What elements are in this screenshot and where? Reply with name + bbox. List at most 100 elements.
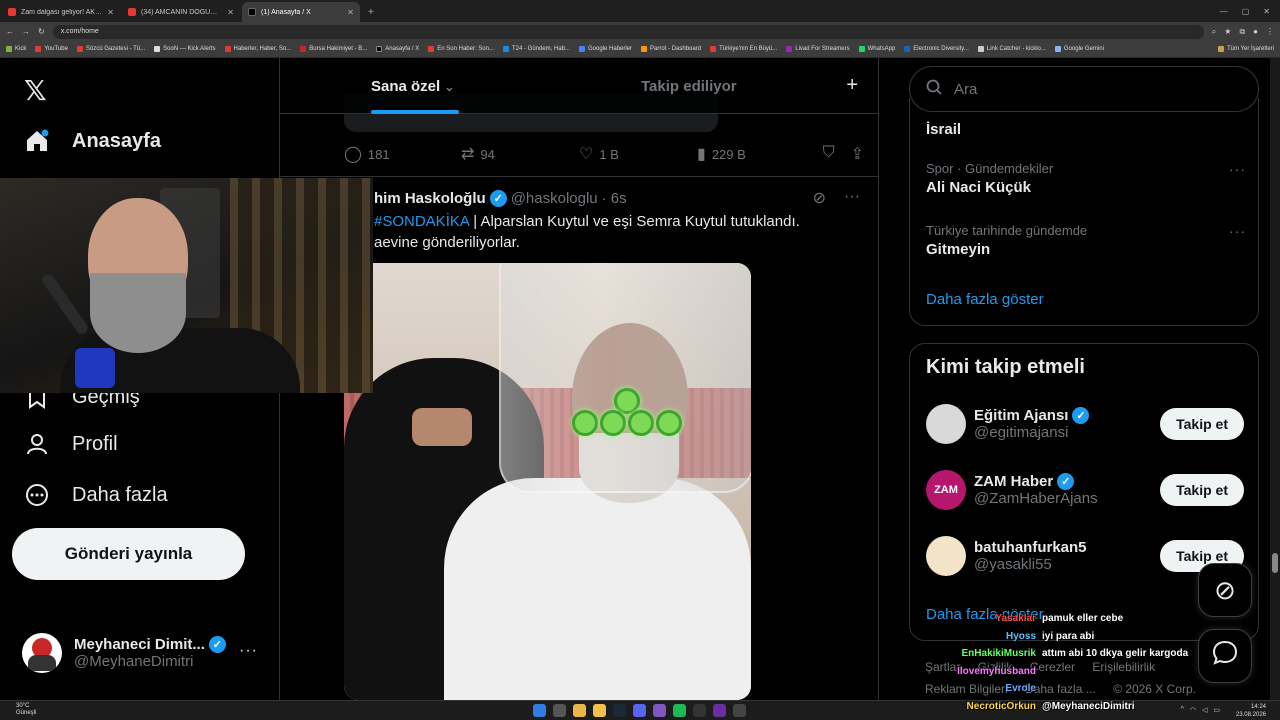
- repost-button[interactable]: ⇄ 94: [461, 144, 579, 164]
- all-bookmarks-button[interactable]: Tüm Yer İşaretleri: [1217, 46, 1274, 52]
- bookmark-item[interactable]: Google Haberler: [579, 46, 632, 52]
- share-icon[interactable]: ⇪: [851, 144, 864, 164]
- chrome-icon[interactable]: [573, 704, 586, 717]
- tweet-more-icon[interactable]: ···: [844, 188, 860, 208]
- tweet-time[interactable]: · 6s: [602, 190, 627, 207]
- emote-overlay: [572, 388, 682, 438]
- search-input[interactable]: Ara: [909, 66, 1259, 112]
- zoom-icon[interactable]: ⌕: [1212, 27, 1216, 37]
- nav-profile[interactable]: Profil: [24, 431, 118, 457]
- trends-show-more-link[interactable]: Daha fazla göster: [926, 291, 1044, 308]
- active-tab-indicator: [371, 110, 459, 114]
- post-button[interactable]: Gönderi yayınla: [12, 528, 245, 580]
- nav-more[interactable]: Daha fazla: [24, 482, 168, 508]
- bookmark-item[interactable]: T24 - Gündem, Hab...: [502, 46, 570, 52]
- follow-suggestion[interactable]: batuhanfurkan5 @yasakli55 Takip et: [926, 534, 1244, 578]
- start-icon[interactable]: [533, 704, 546, 717]
- like-button[interactable]: ♡ 1 B: [579, 144, 697, 164]
- bookmark-item[interactable]: Electronic Diversity...: [904, 46, 969, 52]
- bookmark-item[interactable]: Livad For Streamers: [786, 46, 850, 52]
- bookmark-item[interactable]: YouTube: [35, 46, 68, 52]
- bookmark-item[interactable]: Sözcü Gazetesi - Tü...: [76, 46, 145, 52]
- bookmark-star-icon[interactable]: ★: [1224, 27, 1231, 36]
- favicon-icon: [641, 46, 648, 52]
- trend-item[interactable]: Spor · Gündemdekiler Ali Naci Küçük ···: [926, 161, 1246, 196]
- tab-for-you[interactable]: Sana özel ⌄: [371, 78, 454, 95]
- bookmark-item[interactable]: SooN — Kick Alerts: [154, 46, 216, 52]
- favicon-icon: [224, 46, 231, 52]
- browser-tab-2[interactable]: (34) AMCANIN DOĞUM GÜNÜ✕: [122, 2, 240, 22]
- trend-more-icon[interactable]: ···: [1229, 161, 1246, 177]
- emote-icon: [628, 410, 654, 436]
- spotify-icon[interactable]: [673, 704, 686, 717]
- bookmark-item[interactable]: Haberler, Haber, So...: [224, 46, 291, 52]
- browser-tab-3[interactable]: (1) Anasayfa / X ✕: [242, 2, 360, 22]
- bookmark-item[interactable]: Anasayfa / X: [376, 46, 419, 52]
- tab-following[interactable]: Takip ediliyor: [641, 78, 737, 95]
- minimize-icon[interactable]: —: [1220, 7, 1228, 16]
- weather-widget[interactable]: 30°C Güneşli: [16, 703, 36, 717]
- app-icon[interactable]: [713, 704, 726, 717]
- reload-icon[interactable]: ↻: [38, 27, 45, 36]
- extensions-icon[interactable]: ⧉: [1239, 27, 1245, 37]
- hashtag-link[interactable]: #SONDAKİKA: [374, 213, 469, 230]
- account-more-icon[interactable]: ···: [239, 642, 258, 660]
- new-tab-button[interactable]: +: [360, 7, 382, 22]
- back-icon[interactable]: ←: [6, 27, 14, 36]
- tweet-author-handle[interactable]: @haskologlu: [511, 190, 598, 207]
- close-window-icon[interactable]: ✕: [1263, 7, 1270, 16]
- trend-item[interactable]: İsrail: [926, 118, 1246, 138]
- grok-button[interactable]: ⊘: [1198, 563, 1252, 617]
- views-button[interactable]: ▮ 229 B: [697, 144, 810, 164]
- follow-suggestion[interactable]: Eğitim Ajansı ✓ @egitimajansi Takip et: [926, 402, 1244, 446]
- battery-icon[interactable]: ▭: [1213, 706, 1220, 714]
- menu-icon[interactable]: ⋮: [1266, 27, 1274, 36]
- follow-button[interactable]: Takip et: [1160, 408, 1244, 440]
- bookmark-item[interactable]: Bursa Hakimiyet - B...: [300, 46, 367, 52]
- bookmark-item[interactable]: Google Gemini: [1054, 46, 1104, 52]
- favicon-icon: [710, 46, 717, 52]
- close-icon[interactable]: ✕: [107, 8, 114, 17]
- trend-more-icon[interactable]: ···: [1229, 223, 1246, 239]
- bookmark-item[interactable]: Türkiye'nin En Büyü...: [710, 46, 777, 52]
- bookmark-icon[interactable]: ⛉: [823, 144, 835, 164]
- page-scrollbar[interactable]: [1270, 58, 1280, 700]
- add-tab-icon[interactable]: +: [846, 74, 858, 97]
- app-icon[interactable]: [653, 704, 666, 717]
- bookmark-item[interactable]: Parrot - Dashboard: [641, 46, 701, 52]
- bookmark-item[interactable]: WhatsApp: [858, 46, 895, 52]
- reply-button[interactable]: ◯ 181: [344, 144, 461, 164]
- steam-icon[interactable]: [613, 704, 626, 717]
- search-icon[interactable]: [553, 704, 566, 717]
- discord-icon[interactable]: [633, 704, 646, 717]
- bookmark-item[interactable]: Kick: [6, 46, 26, 52]
- scrollbar-thumb[interactable]: [1272, 553, 1278, 573]
- epic-games-icon[interactable]: [693, 704, 706, 717]
- account-switcher[interactable]: Meyhaneci Dimit... ✓ @MeyhaneDimitri ···: [22, 628, 272, 678]
- file-explorer-icon[interactable]: [593, 704, 606, 717]
- grok-icon[interactable]: ⊘: [813, 188, 826, 208]
- obs-icon[interactable]: [733, 704, 746, 717]
- close-icon[interactable]: ✕: [227, 8, 234, 17]
- trend-item[interactable]: Türkiye tarihinde gündemde Gitmeyin ···: [926, 223, 1246, 258]
- x-logo-icon[interactable]: 𝕏: [24, 74, 47, 107]
- bookmark-item[interactable]: En Son Haber: Son...: [428, 46, 494, 52]
- taskbar-clock[interactable]: 14:24 23.08.2026: [1236, 703, 1266, 719]
- tweet-author-name[interactable]: him Haskoloğlu: [374, 190, 486, 207]
- bookmarks-bar: Kick YouTube Sözcü Gazetesi - Tü... SooN…: [0, 41, 1280, 58]
- url-input[interactable]: x.com/home: [52, 24, 1204, 39]
- chat-message: Hyoss iyi para abi: [1005, 630, 1095, 642]
- chat-bubble-icon: [1211, 639, 1239, 674]
- nav-home[interactable]: Anasayfa: [24, 128, 161, 154]
- bookmark-item[interactable]: Link Catcher - kicklo...: [977, 46, 1046, 52]
- maximize-icon[interactable]: ▢: [1242, 7, 1250, 16]
- close-icon[interactable]: ✕: [347, 8, 354, 17]
- profile-icon[interactable]: ●: [1253, 27, 1258, 36]
- follow-button[interactable]: Takip et: [1160, 474, 1244, 506]
- tweet-top-icons: ⊘ ···: [813, 188, 860, 208]
- emote-icon: [600, 410, 626, 436]
- browser-tab-1[interactable]: Zam dalgası geliyor! AKP, 500 ...✕: [2, 2, 120, 22]
- follow-suggestion[interactable]: ZAM ZAM Haber ✓ @ZamHaberAjans Takip et: [926, 468, 1244, 512]
- forward-icon[interactable]: →: [22, 27, 30, 36]
- tweet-image[interactable]: [344, 263, 751, 700]
